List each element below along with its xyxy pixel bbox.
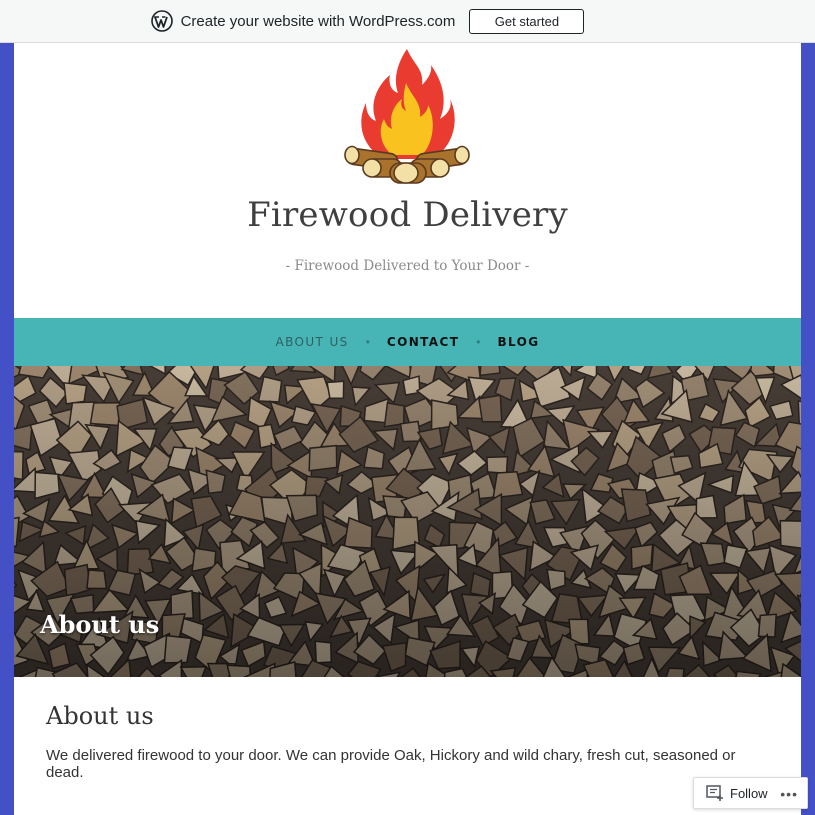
wordpress-promo-text[interactable]: Create your website with WordPress.com [181,13,456,30]
wordpress-promo-bar: Create your website with WordPress.com G… [0,0,815,43]
hero-banner: About us [14,366,801,677]
page: Firewood Delivery - Firewood Delivered t… [14,43,801,815]
nav-item-contact[interactable]: CONTACT [387,335,459,349]
entry-title: About us [46,702,154,730]
site-title[interactable]: Firewood Delivery [14,195,801,235]
more-options-icon[interactable]: ••• [780,786,798,802]
nav-separator-dot: • [365,335,370,349]
main-navigation: ABOUT US • CONTACT • BLOG [14,318,801,366]
entry-text: We delivered firewood to your door. We c… [46,747,736,781]
entry-content: About us We delivered firewood to your d… [14,677,801,781]
follow-button[interactable]: Follow ••• [693,777,808,809]
campfire-logo-icon[interactable] [344,47,470,185]
follow-reader-icon [706,785,723,801]
site-header: Firewood Delivery - Firewood Delivered t… [14,43,801,318]
get-started-button[interactable]: Get started [469,8,585,34]
hero-title: About us [40,610,160,639]
nav-item-about-us[interactable]: ABOUT US [275,335,348,349]
nav-separator-dot: • [476,335,481,349]
follow-label: Follow [730,785,768,801]
wordpress-logo-icon[interactable] [150,10,173,32]
nav-item-blog[interactable]: BLOG [497,335,539,349]
site-description: - Firewood Delivered to Your Door - [285,258,530,274]
